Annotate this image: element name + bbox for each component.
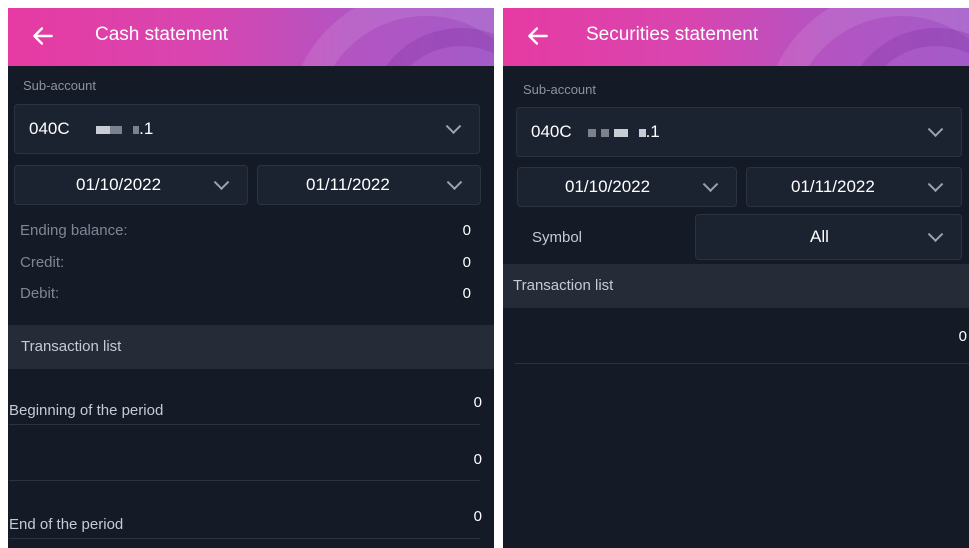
from-date-select[interactable]: 01/10/2022 <box>14 165 248 205</box>
page-title: Securities statement <box>586 24 759 45</box>
from-date-value: 01/10/2022 <box>76 175 162 194</box>
sub-account-label: Sub-account <box>23 78 96 93</box>
to-date-select[interactable]: 01/11/2022 <box>746 167 962 207</box>
divider <box>9 538 480 539</box>
divider <box>515 363 969 364</box>
debit-label: Debit: <box>20 285 60 302</box>
to-date-value: 01/11/2022 <box>791 177 875 196</box>
sub-account-select[interactable]: 040C .1 <box>516 107 962 157</box>
masked-digits <box>110 125 123 134</box>
credit-label: Credit: <box>20 254 65 271</box>
masked-digits <box>613 128 628 137</box>
beginning-period-value: 0 <box>473 394 482 411</box>
end-period-label: End of the period <box>9 516 124 533</box>
symbol-label: Symbol <box>532 229 583 246</box>
divider <box>9 480 480 481</box>
sub-account-value: 040C .1 <box>29 119 154 138</box>
ending-balance-value: 0 <box>462 222 471 239</box>
chevron-down-icon[interactable] <box>927 121 944 138</box>
sub-account-select[interactable]: 040C .1 <box>14 104 480 154</box>
sub-account-label: Sub-account <box>523 82 596 97</box>
period-value: 0 <box>473 451 482 468</box>
securities-statement-screen: Securities statement Sub-account 040C .1… <box>503 8 969 548</box>
cash-statement-screen: Cash statement Sub-account 040C .1 01/10… <box>8 8 494 548</box>
transaction-list-header: Transaction list <box>503 264 969 308</box>
chevron-down-icon <box>445 118 462 135</box>
masked-digits <box>601 128 610 137</box>
beginning-period-label: Beginning of the period <box>9 402 164 419</box>
to-date-value: 01/11/2022 <box>306 175 390 194</box>
masked-digits <box>96 125 111 134</box>
end-period-value: 0 <box>473 508 482 525</box>
chevron-down-icon <box>213 174 230 191</box>
sub-account-value: 040C .1 <box>531 122 660 141</box>
chevron-down-icon <box>927 176 944 193</box>
from-date-value: 01/10/2022 <box>565 177 651 196</box>
back-arrow-icon[interactable] <box>30 23 56 49</box>
back-arrow-icon[interactable] <box>525 23 551 49</box>
from-date-select[interactable]: 01/10/2022 <box>517 167 737 207</box>
chevron-down-icon <box>446 174 463 191</box>
symbol-select[interactable]: All <box>695 214 962 260</box>
ending-balance-label: Ending balance: <box>20 222 128 239</box>
page-title: Cash statement <box>95 24 229 45</box>
header: Cash statement <box>8 8 494 66</box>
masked-digits <box>588 128 597 137</box>
masked-digits <box>638 128 646 137</box>
header: Securities statement <box>503 8 969 66</box>
transaction-list-header: Transaction list <box>8 325 494 369</box>
chevron-down-icon <box>702 176 719 193</box>
transaction-value: 0 <box>958 328 967 345</box>
divider <box>9 424 480 425</box>
chevron-down-icon <box>927 226 944 243</box>
symbol-value: All <box>810 227 829 246</box>
credit-value: 0 <box>462 254 471 271</box>
to-date-select[interactable]: 01/11/2022 <box>257 165 481 205</box>
debit-value: 0 <box>462 285 471 302</box>
